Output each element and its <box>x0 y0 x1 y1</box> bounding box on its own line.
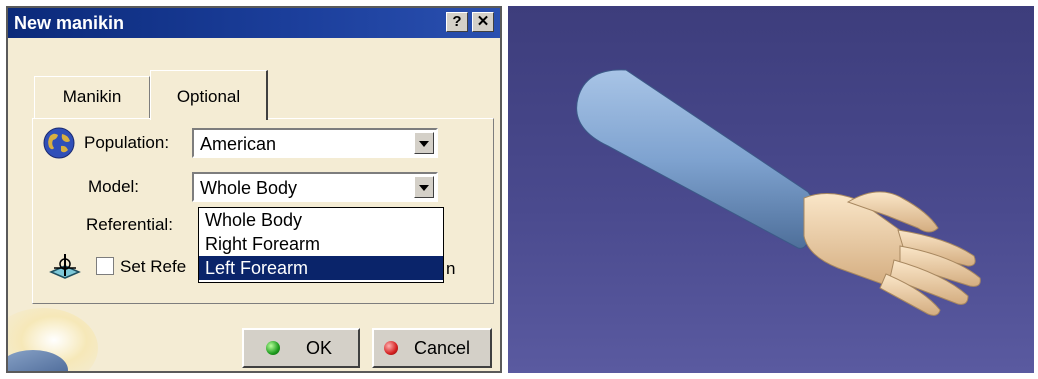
title-bar[interactable]: New manikin ? ✕ <box>8 8 500 38</box>
model-dropdown-list: Whole Body Right Forearm Left Forearm <box>198 207 444 283</box>
model-option-left-forearm[interactable]: Left Forearm <box>199 256 443 280</box>
model-option-right-forearm[interactable]: Right Forearm <box>199 232 443 256</box>
ok-button[interactable]: OK <box>242 328 360 368</box>
dialog-title: New manikin <box>14 13 125 33</box>
referential-label: Referential: <box>86 215 173 234</box>
model-option-whole-body[interactable]: Whole Body <box>199 208 443 232</box>
chevron-down-icon[interactable] <box>414 132 434 154</box>
green-dot-icon <box>266 341 280 355</box>
chevron-down-icon[interactable] <box>414 176 434 198</box>
help-button[interactable]: ? <box>446 12 468 32</box>
forearm-hand-model <box>576 69 981 316</box>
set-referential-checkbox[interactable] <box>96 257 114 275</box>
red-dot-icon <box>384 341 398 355</box>
population-value: American <box>200 134 277 154</box>
close-button[interactable]: ✕ <box>472 12 494 32</box>
population-select[interactable]: American <box>192 128 438 158</box>
set-referential-label: Set Refe <box>120 257 187 276</box>
new-manikin-dialog: New manikin ? ✕ Manikin Optional Populat… <box>6 6 502 373</box>
model-label: Model: <box>88 177 140 196</box>
ok-label: OK <box>306 338 333 358</box>
3d-viewport[interactable] <box>508 6 1034 373</box>
set-referential-label-tail: n <box>446 259 456 278</box>
compass-plane-icon <box>48 252 82 285</box>
model-select[interactable]: Whole Body <box>192 172 438 202</box>
population-label: Population: <box>84 133 170 152</box>
model-value: Whole Body <box>200 178 298 198</box>
cancel-button[interactable]: Cancel <box>372 328 492 368</box>
cancel-label: Cancel <box>414 338 471 358</box>
globe-icon <box>42 126 76 165</box>
tab-optional[interactable]: Optional <box>150 70 268 120</box>
tab-manikin[interactable]: Manikin <box>34 76 150 118</box>
forearm-shape <box>576 69 818 249</box>
